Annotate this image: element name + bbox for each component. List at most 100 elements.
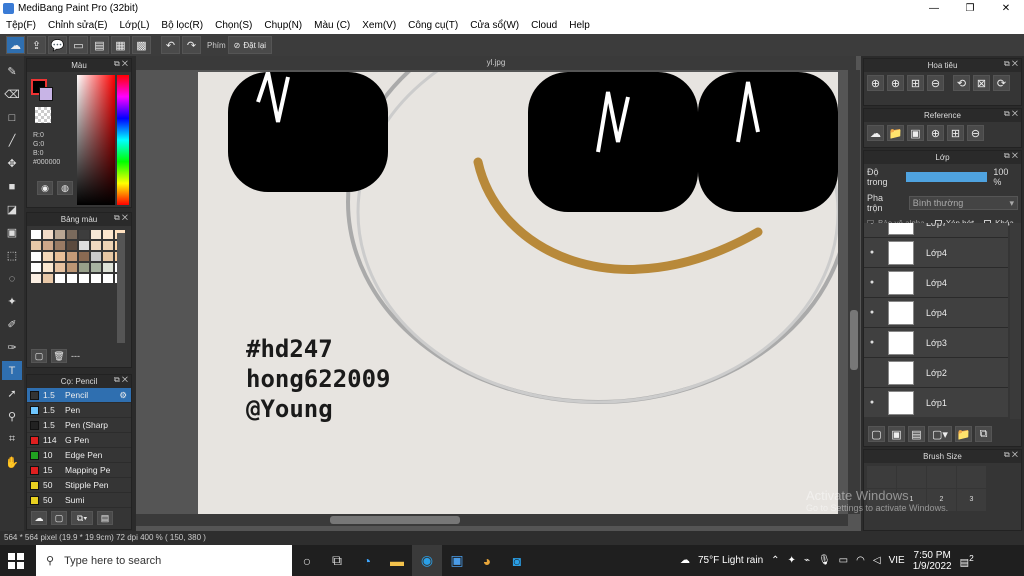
palette-swatch[interactable] [67,230,77,239]
menu-help[interactable]: Help [563,20,596,31]
brush-size-cell[interactable] [927,466,956,488]
menu-file[interactable]: Tệp(F) [0,20,42,31]
palette-swatch[interactable] [55,241,65,250]
panel-close-icon[interactable]: ⧉ ✕ [114,213,128,223]
menu-view[interactable]: Xem(V) [356,20,402,31]
palette-swatch[interactable] [91,252,101,261]
open-folder-icon[interactable]: 📁 [887,125,904,141]
layer-row[interactable]: ● Lớp4 [864,297,1008,327]
palette-swatch[interactable] [79,252,89,261]
select-eraser-tool-icon[interactable]: ✑ [2,338,22,357]
brush-size-cell[interactable] [957,466,986,488]
panel-close-icon[interactable]: ⧉ ✕ [114,375,128,385]
visibility-icon[interactable]: ● [864,249,880,256]
tray-chevron-icon[interactable]: ⌃ [771,555,779,566]
visibility-icon[interactable]: ● [864,339,880,346]
menu-window[interactable]: Cửa sổ(W) [464,20,525,31]
line-tool-icon[interactable]: ╱ [2,131,22,150]
new-halftone-layer-icon[interactable]: ▣ [888,426,905,442]
palette-swatch[interactable] [43,241,53,250]
frame-tool-icon[interactable]: ⌗ [2,430,22,449]
hand-tool-icon[interactable]: ✋ [2,453,22,472]
add-brush-icon[interactable]: ▢ [51,511,67,525]
brush-item[interactable]: 50 Sumi [27,493,131,508]
brush-item[interactable]: 1.5 Pencil ⚙ [27,388,131,403]
palette-swatch[interactable] [43,252,53,261]
delete-swatch-icon[interactable]: 🗑 [51,349,67,363]
canvas-area[interactable]: yl.jpg #hd247 hong622009 @Young [136,56,861,531]
palette-swatch[interactable] [79,241,89,250]
layer-row[interactable]: ● Lớp7 [864,223,1008,237]
select-tool-icon[interactable]: ⬚ [2,246,22,265]
bucket-tool-icon[interactable]: ◪ [2,200,22,219]
doc-icon[interactable]: ▤ [90,36,109,54]
menu-select[interactable]: Chọn(S) [209,20,258,31]
brush-menu-icon[interactable]: ⧉▾ [71,511,93,525]
vertical-scrollbar[interactable] [848,70,860,514]
palette-swatch[interactable] [79,230,89,239]
move-tool-icon[interactable]: ✥ [2,154,22,173]
reset-view-icon[interactable]: ⊠ [973,75,990,91]
palette-swatch[interactable] [79,274,89,283]
cloud-reference-icon[interactable]: ☁ [867,125,884,141]
text-tool-icon[interactable]: T [2,361,22,380]
eraser-tool-icon[interactable]: ⌫ [2,85,22,104]
saturation-value-picker[interactable] [77,75,115,205]
palette-scrollbar[interactable] [117,233,125,343]
taskbar-search[interactable]: ⚲ Type here to search [36,545,292,576]
opacity-slider[interactable] [906,172,988,182]
lasso-tool-icon[interactable]: ◌ [2,269,22,288]
rotate-left-icon[interactable]: ⟲ [953,75,970,91]
mic-icon[interactable]: 🎙 [818,555,831,566]
weather-icon[interactable]: ☁ [680,555,690,566]
zoom-in-icon[interactable]: ⊕ [867,75,884,91]
layer-row[interactable]: Lớp2 [864,357,1008,387]
menu-color[interactable]: Màu (C) [308,20,356,31]
redo-icon[interactable]: ↷ [182,36,201,54]
photos-icon[interactable]: ▣ [442,545,472,576]
canvas-tab[interactable]: yl.jpg [136,56,856,70]
palette-swatch[interactable] [67,263,77,272]
palette-swatch[interactable] [91,274,101,283]
palette-swatch[interactable] [55,252,65,261]
palette-swatch[interactable] [67,241,77,250]
zalo-icon[interactable]: ◙ [502,545,532,576]
palette-swatch[interactable] [103,230,113,239]
chrome-icon[interactable]: ◕ [472,545,502,576]
cloud-icon[interactable]: ☁ [6,36,25,54]
background-color-swatch[interactable] [39,87,53,101]
cortana-icon[interactable]: ○ [292,545,322,576]
vertical-scroll-thumb[interactable] [850,310,858,370]
menu-filter[interactable]: Bộ lọc(R) [155,20,209,31]
comment-icon[interactable]: 💬 [48,36,67,54]
eyedropper-tool-icon[interactable]: ⚲ [2,407,22,426]
brush-item[interactable]: 1.5 Pen [27,403,131,418]
usb-icon[interactable]: ⌁ [804,555,810,566]
select-pen-tool-icon[interactable]: ✐ [2,315,22,334]
notification-icon[interactable]: ▤2 [960,553,974,568]
palette-swatch[interactable] [43,263,53,272]
palette-swatch[interactable] [31,263,41,272]
brush-size-cell[interactable] [897,466,926,488]
edge-icon[interactable]: ◔ [352,545,382,576]
share-icon[interactable]: ⇪ [27,36,46,54]
grid-icon[interactable]: ▦ [111,36,130,54]
palette-swatch[interactable] [31,241,41,250]
zoom-in-2-icon[interactable]: ⊕ [887,75,904,91]
palette-swatch[interactable] [67,274,77,283]
layer-row[interactable]: ● Lớp4 [864,237,1008,267]
clock[interactable]: 7:50 PM 1/9/2022 [913,550,952,572]
ref-zoom-out-icon[interactable]: ⊖ [967,125,984,141]
rotate-right-icon[interactable]: ⟳ [993,75,1010,91]
weather-text[interactable]: 75°F Light rain [698,555,763,566]
brush-item[interactable]: 114 G Pen [27,433,131,448]
reset-button[interactable]: ⊘ Đặt lại [227,36,273,54]
wifi-icon[interactable]: ◠ [856,555,865,566]
brush-tool-icon[interactable]: ✎ [2,62,22,81]
menu-cloud[interactable]: Cloud [525,20,563,31]
menu-edit[interactable]: Chỉnh sửa(E) [42,20,114,31]
horizontal-scrollbar[interactable] [136,514,848,526]
menu-layer[interactable]: Lớp(L) [114,20,156,31]
panel-close-icon[interactable]: ⧉ ✕ [1004,450,1018,460]
palette-swatch[interactable] [55,263,65,272]
